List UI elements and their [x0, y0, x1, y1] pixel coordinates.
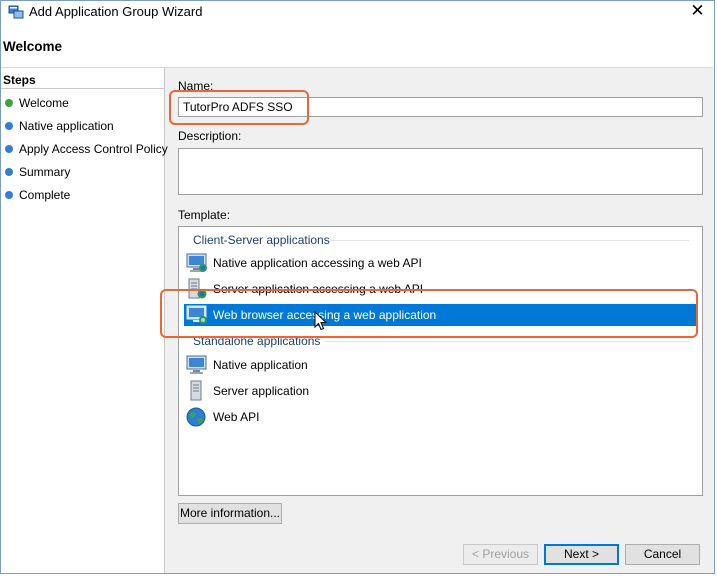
- step-label: Summary: [19, 165, 71, 179]
- next-button[interactable]: Next >: [544, 544, 619, 565]
- step-pending-icon: [5, 122, 13, 130]
- close-button[interactable]: ✕: [681, 1, 714, 23]
- wizard-header: Welcome: [1, 23, 714, 68]
- step-label: Apply Access Control Policy: [19, 142, 168, 156]
- previous-button[interactable]: < Previous: [463, 544, 538, 565]
- template-item-server-application[interactable]: Server application: [184, 380, 696, 402]
- app-group-icon: [8, 5, 24, 19]
- group-divider: [325, 341, 689, 342]
- globe-icon: [186, 407, 206, 427]
- step-pending-icon: [5, 145, 13, 153]
- template-list[interactable]: Client-Server applications Native applic…: [178, 226, 703, 496]
- wizard-window: Add Application Group Wizard ✕ Welcome S…: [0, 0, 715, 574]
- selected-template-highlight: [160, 289, 698, 338]
- description-input[interactable]: [178, 148, 703, 195]
- step-current-icon: [5, 99, 13, 107]
- server-app-icon: [190, 380, 202, 401]
- cancel-button[interactable]: Cancel: [625, 544, 700, 565]
- template-item-label: Native application accessing a web API: [213, 256, 422, 270]
- template-label: Template:: [178, 208, 231, 222]
- steps-panel: Steps Welcome Native application Apply A…: [1, 68, 168, 573]
- template-item-label: Server application: [213, 384, 310, 398]
- steps-divider: [1, 88, 164, 89]
- group-divider: [331, 240, 689, 241]
- page-title: Welcome: [3, 39, 63, 54]
- mouse-cursor-icon: [314, 311, 328, 331]
- name-field-highlight: [169, 90, 309, 125]
- window-title: Add Application Group Wizard: [29, 4, 203, 19]
- group-title-client-server: Client-Server applications: [193, 233, 330, 247]
- template-item-native-app-web-api[interactable]: Native application accessing a web API: [184, 252, 696, 274]
- step-pending-icon: [5, 168, 13, 176]
- description-label: Description:: [178, 129, 242, 143]
- native-app-icon: [186, 355, 207, 374]
- step-label: Welcome: [19, 96, 69, 110]
- template-item-native-application[interactable]: Native application: [184, 354, 696, 376]
- title-bar: Add Application Group Wizard ✕: [1, 1, 714, 23]
- step-label: Complete: [19, 188, 71, 202]
- template-item-label: Native application: [213, 358, 308, 372]
- step-pending-icon: [5, 191, 13, 199]
- step-label: Native application: [19, 119, 114, 133]
- more-information-button[interactable]: More information...: [178, 503, 282, 524]
- template-item-web-api[interactable]: Web API: [184, 406, 696, 428]
- steps-title: Steps: [3, 73, 36, 87]
- close-icon: ✕: [690, 1, 705, 20]
- native-app-icon: [186, 253, 207, 272]
- template-item-label: Web API: [213, 410, 260, 424]
